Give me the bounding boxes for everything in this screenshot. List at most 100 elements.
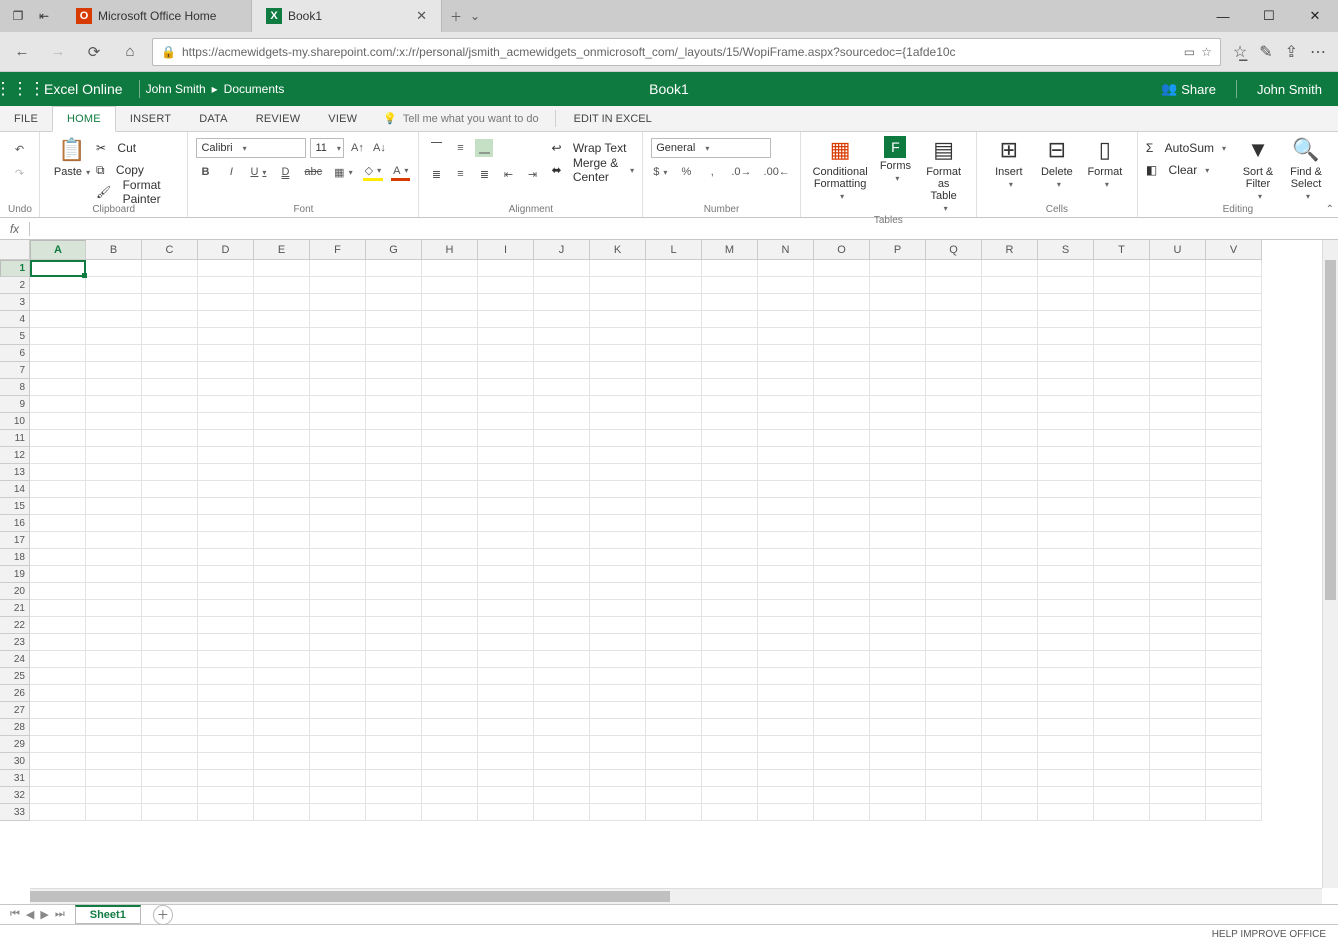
double-underline-button[interactable]: D [276, 163, 294, 181]
cell[interactable] [758, 345, 814, 362]
cell[interactable] [310, 396, 366, 413]
cell[interactable] [870, 651, 926, 668]
cell[interactable] [646, 464, 702, 481]
cell[interactable] [590, 481, 646, 498]
cell[interactable] [30, 634, 86, 651]
cell[interactable] [814, 277, 870, 294]
cell[interactable] [86, 481, 142, 498]
row-header[interactable]: 27 [0, 702, 30, 719]
cell[interactable] [534, 702, 590, 719]
cell[interactable] [142, 753, 198, 770]
cell[interactable] [982, 481, 1038, 498]
cell[interactable] [86, 362, 142, 379]
column-header[interactable]: L [646, 240, 702, 260]
cell[interactable] [142, 447, 198, 464]
cell[interactable] [254, 294, 310, 311]
cell[interactable] [758, 532, 814, 549]
cell[interactable] [254, 753, 310, 770]
cell[interactable] [1150, 515, 1206, 532]
cell[interactable] [422, 804, 478, 821]
cell[interactable] [254, 345, 310, 362]
cell[interactable] [86, 634, 142, 651]
cell[interactable] [310, 515, 366, 532]
row-header[interactable]: 32 [0, 787, 30, 804]
scrollbar-thumb[interactable] [1325, 260, 1336, 600]
cell[interactable] [1150, 719, 1206, 736]
cell[interactable] [198, 804, 254, 821]
cell[interactable] [422, 311, 478, 328]
cell[interactable] [1094, 260, 1150, 277]
cell[interactable] [758, 413, 814, 430]
cell[interactable] [366, 583, 422, 600]
cell[interactable] [1038, 447, 1094, 464]
cell[interactable] [590, 498, 646, 515]
cell[interactable] [310, 294, 366, 311]
cell[interactable] [310, 260, 366, 277]
cell[interactable] [86, 532, 142, 549]
cell[interactable] [478, 668, 534, 685]
cell[interactable] [1206, 379, 1262, 396]
cell[interactable] [254, 464, 310, 481]
cell[interactable] [1206, 787, 1262, 804]
borders-icon[interactable]: ▦ [332, 163, 354, 181]
cell[interactable] [1094, 498, 1150, 515]
cell[interactable] [1150, 532, 1206, 549]
cell[interactable] [702, 668, 758, 685]
cell[interactable] [870, 277, 926, 294]
cell[interactable] [1206, 617, 1262, 634]
last-sheet-icon[interactable]: ⏭ [55, 908, 65, 921]
cell[interactable] [422, 600, 478, 617]
cell[interactable] [1206, 600, 1262, 617]
cell[interactable] [534, 583, 590, 600]
cell[interactable] [1094, 447, 1150, 464]
cell[interactable] [870, 770, 926, 787]
cell[interactable] [1094, 617, 1150, 634]
cell[interactable] [1094, 379, 1150, 396]
cell[interactable] [366, 617, 422, 634]
cell[interactable] [422, 617, 478, 634]
cell[interactable] [30, 447, 86, 464]
column-header[interactable]: E [254, 240, 310, 260]
cell[interactable] [478, 566, 534, 583]
cell[interactable] [702, 260, 758, 277]
column-header[interactable]: S [1038, 240, 1094, 260]
cell[interactable] [1150, 651, 1206, 668]
cell[interactable] [982, 260, 1038, 277]
column-header[interactable]: V [1206, 240, 1262, 260]
cell[interactable] [1094, 362, 1150, 379]
cell[interactable] [422, 362, 478, 379]
cell[interactable] [758, 515, 814, 532]
cell[interactable] [1038, 770, 1094, 787]
cell[interactable] [30, 277, 86, 294]
cell[interactable] [86, 600, 142, 617]
fill-color-icon[interactable]: ◇ [363, 163, 383, 181]
cells-area[interactable] [30, 260, 1322, 888]
column-header[interactable]: I [478, 240, 534, 260]
cell[interactable] [254, 600, 310, 617]
cell[interactable] [30, 481, 86, 498]
cell[interactable] [926, 277, 982, 294]
cell[interactable] [198, 464, 254, 481]
cell[interactable] [310, 719, 366, 736]
column-header[interactable]: A [30, 240, 86, 260]
cell[interactable] [926, 294, 982, 311]
cell[interactable] [198, 532, 254, 549]
comma-button[interactable]: , [703, 163, 721, 181]
cell[interactable] [870, 549, 926, 566]
cell[interactable] [198, 566, 254, 583]
cell[interactable] [86, 770, 142, 787]
cell[interactable] [1038, 566, 1094, 583]
column-header[interactable]: D [198, 240, 254, 260]
cell[interactable] [310, 379, 366, 396]
cell[interactable] [142, 345, 198, 362]
row-header[interactable]: 16 [0, 515, 30, 532]
cell[interactable] [702, 311, 758, 328]
cell[interactable] [310, 600, 366, 617]
cell[interactable] [1038, 515, 1094, 532]
cell[interactable] [646, 566, 702, 583]
cell[interactable] [534, 566, 590, 583]
cell[interactable] [254, 702, 310, 719]
cell[interactable] [758, 702, 814, 719]
cell[interactable] [86, 413, 142, 430]
cell[interactable] [142, 736, 198, 753]
